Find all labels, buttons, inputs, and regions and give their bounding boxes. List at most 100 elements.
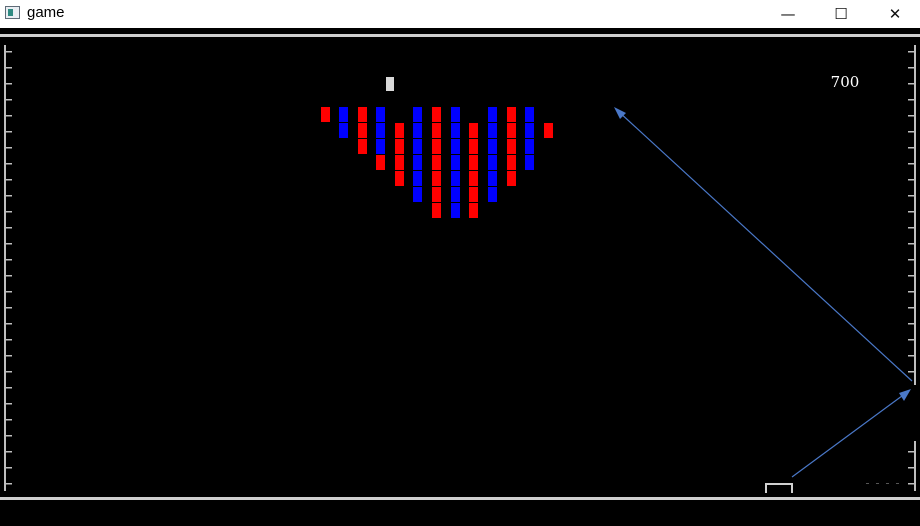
trajectory-line-upper bbox=[617, 110, 913, 382]
wall-tick bbox=[908, 83, 916, 85]
blue-brick bbox=[488, 107, 497, 122]
wall-tick bbox=[4, 419, 12, 421]
wall-tick bbox=[4, 99, 12, 101]
wall-tick bbox=[908, 243, 916, 245]
blue-brick bbox=[451, 187, 460, 202]
red-brick bbox=[321, 107, 330, 122]
wall-tick bbox=[908, 307, 916, 309]
game-canvas bbox=[4, 45, 916, 493]
blue-brick bbox=[488, 123, 497, 138]
red-brick bbox=[432, 187, 441, 202]
blue-brick bbox=[451, 203, 460, 218]
blue-brick bbox=[451, 155, 460, 170]
blue-brick bbox=[488, 139, 497, 154]
wall-tick bbox=[4, 291, 12, 293]
blue-brick bbox=[339, 123, 348, 138]
wall-tick bbox=[4, 467, 12, 469]
red-brick bbox=[432, 123, 441, 138]
red-brick bbox=[432, 171, 441, 186]
blue-brick bbox=[451, 139, 460, 154]
red-brick bbox=[358, 107, 367, 122]
trajectory-line-lower bbox=[791, 392, 907, 478]
brick-formation bbox=[321, 107, 553, 218]
blue-brick bbox=[413, 123, 422, 138]
minimize-button[interactable]: — bbox=[765, 0, 811, 28]
wall-tick bbox=[908, 339, 916, 341]
wall-tick bbox=[4, 243, 12, 245]
blue-brick bbox=[413, 139, 422, 154]
bottom-right-dots bbox=[866, 483, 899, 484]
wall-tick bbox=[4, 259, 12, 261]
red-brick bbox=[432, 155, 441, 170]
blue-brick bbox=[413, 107, 422, 122]
wall-tick bbox=[4, 163, 12, 165]
red-brick bbox=[469, 171, 478, 186]
footer-area bbox=[0, 500, 920, 526]
wall-tick bbox=[4, 371, 12, 373]
wall-tick bbox=[4, 403, 12, 405]
wall-tick bbox=[4, 195, 12, 197]
game-window: game — ☐ ✕ 700 bbox=[0, 0, 920, 526]
wall-tick bbox=[4, 307, 12, 309]
blue-brick bbox=[339, 107, 348, 122]
paddle[interactable] bbox=[765, 483, 793, 493]
red-brick bbox=[395, 155, 404, 170]
left-wall bbox=[4, 45, 6, 491]
wall-tick bbox=[908, 211, 916, 213]
blue-brick bbox=[488, 171, 497, 186]
wall-tick bbox=[908, 259, 916, 261]
red-brick bbox=[469, 123, 478, 138]
red-brick bbox=[469, 203, 478, 218]
blue-brick bbox=[413, 155, 422, 170]
wall-tick bbox=[4, 355, 12, 357]
blue-brick bbox=[376, 139, 385, 154]
game-playfield[interactable]: 700 bbox=[0, 37, 920, 497]
wall-tick bbox=[4, 483, 12, 485]
wall-tick bbox=[908, 451, 916, 453]
red-brick bbox=[432, 107, 441, 122]
red-brick bbox=[544, 123, 553, 138]
trajectory-arrowhead-lower bbox=[899, 389, 911, 401]
wall-tick bbox=[4, 227, 12, 229]
wall-tick bbox=[4, 83, 12, 85]
wall-tick bbox=[908, 227, 916, 229]
wall-tick bbox=[4, 179, 12, 181]
wall-tick bbox=[4, 51, 12, 53]
wall-tick bbox=[908, 371, 916, 373]
wall-tick bbox=[908, 355, 916, 357]
blue-brick bbox=[525, 139, 534, 154]
ball bbox=[386, 77, 394, 91]
wall-tick bbox=[4, 435, 12, 437]
wall-tick bbox=[4, 275, 12, 277]
red-brick bbox=[507, 139, 516, 154]
blue-brick bbox=[525, 107, 534, 122]
wall-tick bbox=[908, 323, 916, 325]
red-brick bbox=[507, 171, 516, 186]
red-brick bbox=[469, 139, 478, 154]
wall-tick bbox=[4, 323, 12, 325]
wall-tick bbox=[908, 275, 916, 277]
red-brick bbox=[358, 139, 367, 154]
red-brick bbox=[507, 155, 516, 170]
red-brick bbox=[358, 123, 367, 138]
wall-tick bbox=[908, 291, 916, 293]
wall-tick bbox=[908, 131, 916, 133]
wall-tick bbox=[908, 163, 916, 165]
wall-tick bbox=[908, 467, 916, 469]
title-bar[interactable]: game — ☐ ✕ bbox=[0, 0, 920, 28]
wall-tick bbox=[4, 147, 12, 149]
right-wall bbox=[914, 45, 916, 491]
close-button[interactable]: ✕ bbox=[872, 0, 918, 28]
blue-brick bbox=[376, 123, 385, 138]
blue-brick bbox=[451, 171, 460, 186]
wall-tick bbox=[4, 339, 12, 341]
wall-tick bbox=[4, 451, 12, 453]
red-brick bbox=[507, 107, 516, 122]
wall-tick bbox=[908, 99, 916, 101]
maximize-button[interactable]: ☐ bbox=[818, 0, 864, 28]
blue-brick bbox=[488, 155, 497, 170]
wall-tick bbox=[4, 131, 12, 133]
trajectory-path bbox=[614, 107, 913, 478]
red-brick bbox=[395, 171, 404, 186]
wall-tick bbox=[908, 483, 916, 485]
